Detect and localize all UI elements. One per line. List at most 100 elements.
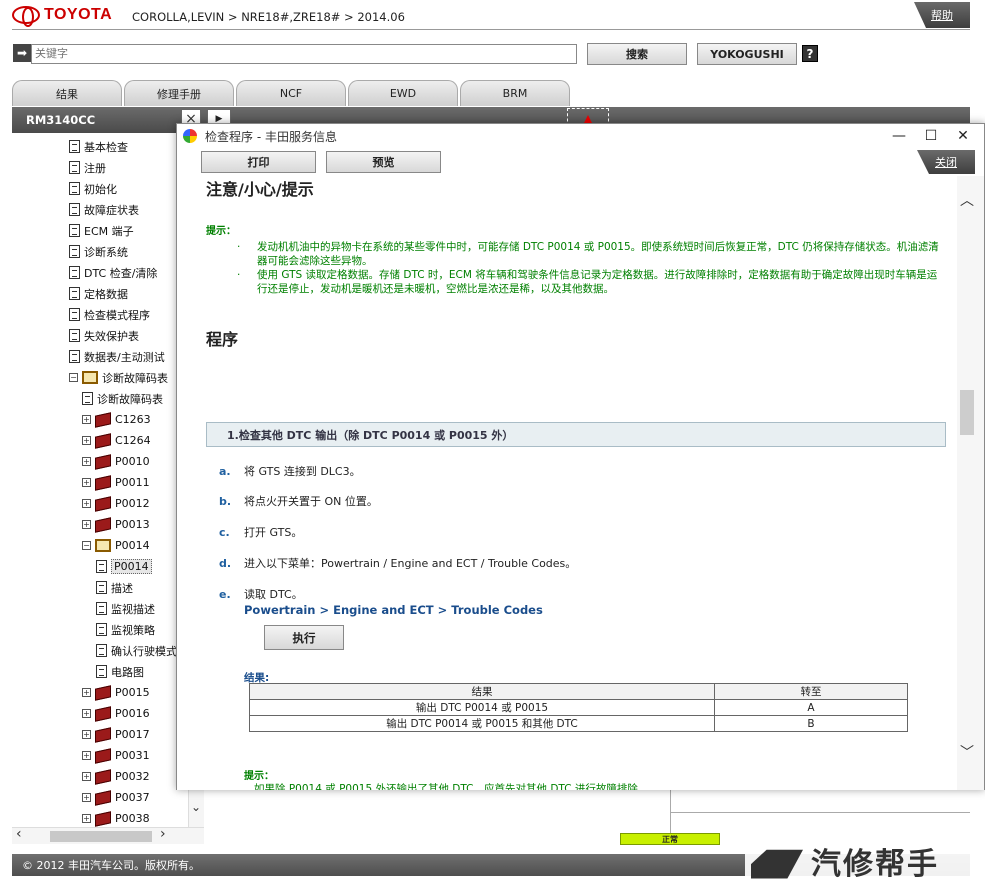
document-icon — [69, 224, 80, 237]
tree-item-label: P0010 — [115, 455, 150, 468]
tree-item[interactable]: + P0011 — [82, 472, 150, 493]
main-divider-horizontal — [670, 812, 970, 813]
tree-item-label: P0037 — [115, 791, 150, 804]
tab-repair-manual[interactable]: 修理手册 — [124, 80, 234, 106]
chevron-down-icon[interactable]: ⌄ — [191, 800, 201, 814]
yokogushi-button[interactable]: YOKOGUSHI — [697, 43, 797, 65]
step-c: c. 打开 GTS。 — [219, 526, 303, 539]
tree-item[interactable]: 确认行驶模式 — [96, 640, 177, 661]
tree-item[interactable]: 注册 — [69, 157, 106, 178]
tree-item[interactable]: − P0014 — [82, 535, 150, 556]
expand-icon[interactable]: + — [82, 499, 91, 508]
collapse-icon[interactable]: − — [69, 373, 78, 382]
execute-button[interactable]: 执行 — [264, 625, 344, 650]
tree-item[interactable]: 数据表/主动测试 — [69, 346, 165, 367]
minimize-icon[interactable]: — — [885, 126, 913, 146]
help-question-button[interactable]: ? — [802, 45, 818, 62]
expand-icon[interactable]: + — [82, 457, 91, 466]
document-icon — [69, 287, 80, 300]
tree-item[interactable]: 定格数据 — [69, 283, 128, 304]
document-icon — [69, 329, 80, 342]
collapse-icon[interactable]: − — [82, 541, 91, 550]
table-row: 输出 DTC P0014 或 P0015 和其他 DTC B — [249, 715, 908, 732]
expand-icon[interactable]: + — [82, 520, 91, 529]
hint-item: · 使用 GTS 读取定格数据。存储 DTC 时，ECM 将车辆和驾驶条件信息记录… — [237, 269, 938, 295]
tree-item[interactable]: 失效保护表 — [69, 325, 139, 346]
hint-label: 提示： — [206, 226, 236, 237]
tree-item[interactable]: + P0012 — [82, 493, 150, 514]
expand-icon[interactable]: + — [82, 709, 91, 718]
app-window: TOYOTA COROLLA,LEVIN > NRE18#,ZRE18# > 2… — [0, 0, 985, 885]
tree-item[interactable]: + P0010 — [82, 451, 150, 472]
tree-item[interactable]: 监视策略 — [96, 619, 155, 640]
step-e: e. 读取 DTC。 — [219, 588, 303, 601]
chevron-left-icon[interactable]: ‹ — [16, 826, 22, 842]
tree-item[interactable]: 初始化 — [69, 178, 117, 199]
chevron-down-icon[interactable]: ﹀ — [960, 742, 974, 762]
document-icon — [69, 350, 80, 363]
tree-item[interactable]: + P0031 — [82, 745, 150, 766]
tab-ewd[interactable]: EWD — [348, 80, 458, 106]
tree-item[interactable]: 故障症状表 — [69, 199, 139, 220]
tab-ncf[interactable]: NCF — [236, 80, 346, 106]
tree-item[interactable]: DTC 检查/清除 — [69, 262, 157, 283]
expand-icon[interactable]: + — [82, 814, 91, 823]
search-arrow-icon: ➡ — [13, 44, 31, 62]
expand-icon[interactable]: + — [82, 478, 91, 487]
closed-book-icon — [95, 432, 111, 449]
expand-icon[interactable]: + — [82, 772, 91, 781]
expand-icon[interactable]: + — [82, 730, 91, 739]
tree-item[interactable]: + P0016 — [82, 703, 150, 724]
tree-item[interactable]: P0014 — [96, 556, 152, 577]
tree-item-label: P0016 — [115, 707, 150, 720]
tab-brm[interactable]: BRM — [460, 80, 570, 106]
dialog-close-button[interactable]: 关闭 — [917, 150, 975, 174]
tree-item[interactable]: + C1264 — [82, 430, 151, 451]
help-button[interactable]: 帮助 — [914, 2, 970, 28]
closed-book-icon — [95, 810, 111, 827]
tree-item[interactable]: + P0032 — [82, 766, 150, 787]
dialog-scroll-thumb[interactable] — [960, 390, 974, 435]
tree-item[interactable]: 检查模式程序 — [69, 304, 150, 325]
expand-icon[interactable]: + — [82, 688, 91, 697]
chevron-up-icon[interactable]: ︿ — [960, 190, 974, 210]
tree-item-label: DTC 检查/清除 — [84, 266, 158, 280]
expand-icon[interactable]: + — [82, 793, 91, 802]
tree-item[interactable]: + C1263 — [82, 409, 151, 430]
expand-icon[interactable]: + — [82, 436, 91, 445]
watermark: 汽修帮手 — [745, 836, 985, 885]
document-icon — [69, 203, 80, 216]
tree-item[interactable]: + P0038 — [82, 808, 150, 828]
closed-book-icon — [95, 516, 111, 533]
expand-icon[interactable]: + — [82, 415, 91, 424]
print-button[interactable]: 打印 — [201, 151, 316, 173]
tree-item[interactable]: 监视描述 — [96, 598, 155, 619]
tree-item[interactable]: + P0015 — [82, 682, 150, 703]
document-icon — [69, 308, 80, 321]
tree-item-label: P0012 — [115, 497, 150, 510]
tab-results[interactable]: 结果 — [12, 80, 122, 106]
tree-item[interactable]: 基本检查 — [69, 136, 128, 157]
tree-item[interactable]: + P0013 — [82, 514, 150, 535]
expand-icon[interactable]: + — [82, 751, 91, 760]
preview-button[interactable]: 预览 — [326, 151, 441, 173]
tree-item[interactable]: 描述 — [96, 577, 133, 598]
tree-item[interactable]: ECM 端子 — [69, 220, 134, 241]
tree-item[interactable]: 电路图 — [96, 661, 144, 682]
tree-item[interactable]: + P0017 — [82, 724, 150, 745]
normal-status-badge: 正常 — [620, 833, 720, 845]
scroll-thumb[interactable] — [50, 831, 152, 842]
tree-item[interactable]: + P0037 — [82, 787, 150, 808]
close-window-icon[interactable]: ✕ — [949, 126, 977, 146]
maximize-icon[interactable]: ☐ — [917, 126, 945, 146]
search-button[interactable]: 搜索 — [587, 43, 687, 65]
document-icon — [96, 602, 107, 615]
tree-item[interactable]: − 诊断故障码表 — [69, 367, 168, 388]
tree-horizontal-scrollbar[interactable] — [12, 827, 204, 844]
tree-item[interactable]: 诊断故障码表 — [82, 388, 163, 409]
chevron-right-icon[interactable]: › — [160, 826, 166, 842]
tree-item[interactable]: 诊断系统 — [69, 241, 128, 262]
dialog-vertical-scrollbar[interactable]: ︿ ﹀ — [957, 176, 984, 790]
table-header: 转至 — [714, 683, 908, 700]
search-input[interactable] — [31, 44, 577, 64]
